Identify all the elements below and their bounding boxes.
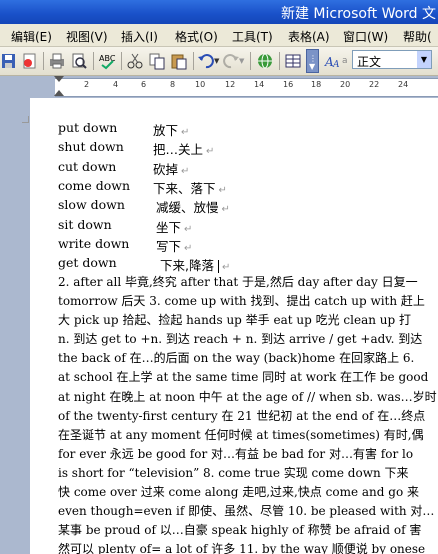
paragraph-line: 快 come over 过来 come along 走吧,过来,快点 come … [58,485,419,500]
paragraph-line: of the twenty-first century 在 21 世纪初 at … [58,408,426,423]
ruler-number: 2 [84,80,90,89]
text-cursor [217,260,219,274]
permission-icon[interactable] [20,52,38,70]
cut-icon[interactable] [126,52,144,70]
ruler-number: 6 [141,80,147,89]
save-icon[interactable] [0,52,18,70]
ruler-number: 12 [225,80,236,89]
toolbar-separator [279,52,280,70]
ruler-number: 16 [283,80,294,89]
chevron-down-icon[interactable]: ▼ [417,51,431,68]
style-select-value: 正文 [357,55,382,69]
paragraph-line: even though=even if 即使、虽然、尽管 10. be plea… [58,504,435,519]
window-title: 新建 Microsoft Word 文 [280,6,436,22]
paragraph-line: 大 pick up 拾起、捡起 hands up 举手 eat up 吃光 cl… [58,313,411,328]
style-select[interactable]: 正文 ▼ [352,50,432,69]
ruler-number: 24 [398,80,409,89]
ruler-number: 10 [195,80,206,89]
ruler-number: 22 [369,80,380,89]
horizontal-ruler[interactable]: 2 4 6 8 10 12 14 16 18 20 22 24 [0,76,438,98]
redo-icon[interactable] [222,52,240,70]
document-text[interactable]: put down 放下 ↵ shut down 把…关上 ↵ cut down 砍掉 ↵ c… [58,120,438,554]
menu-table[interactable]: 表格(A) [288,28,330,45]
toolbar-separator [121,52,122,70]
paste-icon[interactable] [170,52,188,70]
hanging-indent-marker[interactable] [54,90,64,96]
menu-window[interactable]: 窗口(W) [343,28,388,45]
svg-text:A: A [332,60,340,70]
paragraph-line: tomorrow 后天 3. come up with 找到、提出 catch … [58,294,425,309]
undo-dropdown-icon[interactable]: ▼ [214,57,219,65]
tables-icon[interactable] [284,52,302,70]
ruler-number: 8 [170,80,176,89]
paragraph-line: n. 到达 get to +n. 到达 reach + n. 到达 arrive… [58,332,423,347]
ruler-number: 20 [340,80,351,89]
toolbar-overflow-button[interactable]: ⋮ ▼ [306,49,319,73]
menu-tools[interactable]: 工具(T) [232,28,273,45]
menu-bar: 编辑(E) 视图(V) 插入(I) 格式(O) 工具(T) 表格(A) 窗口(W… [0,24,438,47]
menu-help[interactable]: 帮助( [403,28,432,45]
toolbar-separator [250,52,251,70]
page-margin-corner-mark [22,116,29,123]
print-icon[interactable] [48,52,66,70]
redo-dropdown-icon[interactable]: ▼ [239,57,244,65]
undo-icon[interactable] [197,52,215,70]
toolbar-separator [193,52,194,70]
paragraph-block: 2. after all 毕竟,终究 after that 于是,然后 day … [58,273,438,554]
ruler-number: 14 [254,80,265,89]
paragraph-line: at school 在上学 at the same time 同时 at wor… [58,370,429,385]
a-letter-icon: a [342,56,348,66]
title-bar: 新建 Microsoft Word 文 [0,0,438,24]
paragraph-line: 在圣诞节 at any moment 任何时候 at times(sometim… [58,427,424,442]
spelling-icon[interactable]: ABC [98,52,116,70]
first-line-indent-marker[interactable] [54,76,64,82]
paragraph-line: at night 在晚上 at noon 中午 at the age of //… [58,389,437,404]
menu-format[interactable]: 格式(O) [175,28,218,45]
menu-view[interactable]: 视图(V) [66,28,108,45]
paragraph-line: is short for “television” 8. come true 实… [58,465,409,480]
style-gallery-icon[interactable]: AA [324,52,342,70]
paragraph-line: 某事 be proud of 以…自豪 speak highly of 称赞 b… [58,523,422,538]
paragraph-line: 然可以 plenty of= a lot of 许多 11. by the wa… [58,542,426,554]
paragraph-line: the back of 在…的后面 on the way (back)home … [58,351,415,366]
toolbar-separator [93,52,94,70]
print-preview-icon[interactable] [70,52,88,70]
hyperlink-icon[interactable] [256,52,274,70]
menu-insert[interactable]: 插入(I) [121,28,158,45]
ruler-number: 4 [113,80,119,89]
menu-edit[interactable]: 编辑(E) [11,28,52,45]
ruler-number: 18 [311,80,322,89]
paragraph-line: for ever 永远 be good for 对…有益 be bad for … [58,446,414,461]
copy-icon[interactable] [148,52,166,70]
toolbar-separator [43,52,44,70]
paragraph-line: 2. after all 毕竟,终究 after that 于是,然后 day … [58,275,418,289]
